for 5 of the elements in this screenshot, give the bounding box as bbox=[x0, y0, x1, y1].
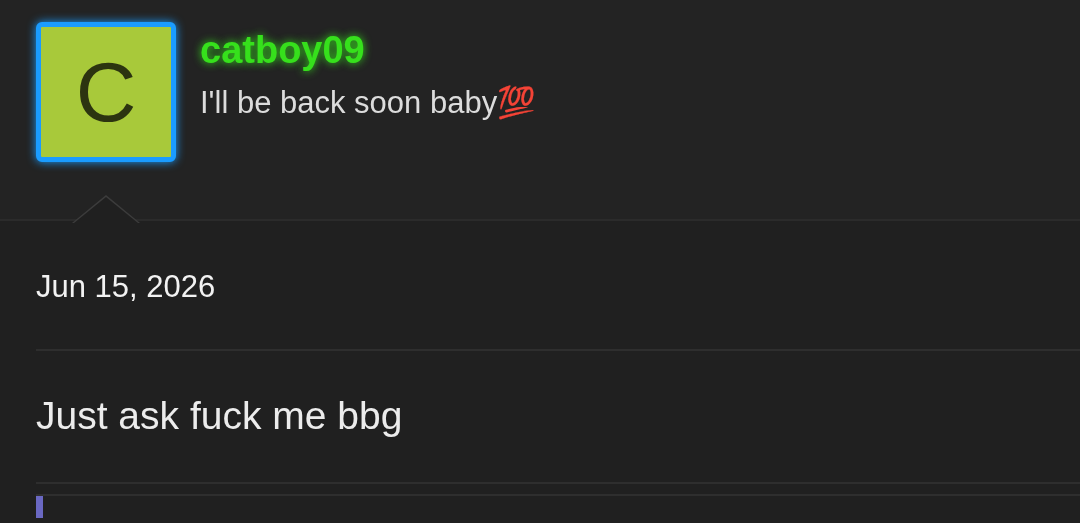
post-message: Just ask fuck me bbg bbox=[36, 350, 1080, 485]
post-date: Jun 15, 2026 bbox=[36, 221, 1080, 351]
status-text: I'll be back soon baby💯 bbox=[200, 83, 537, 122]
avatar: C bbox=[36, 22, 176, 162]
username[interactable]: catboy09 bbox=[200, 30, 537, 72]
